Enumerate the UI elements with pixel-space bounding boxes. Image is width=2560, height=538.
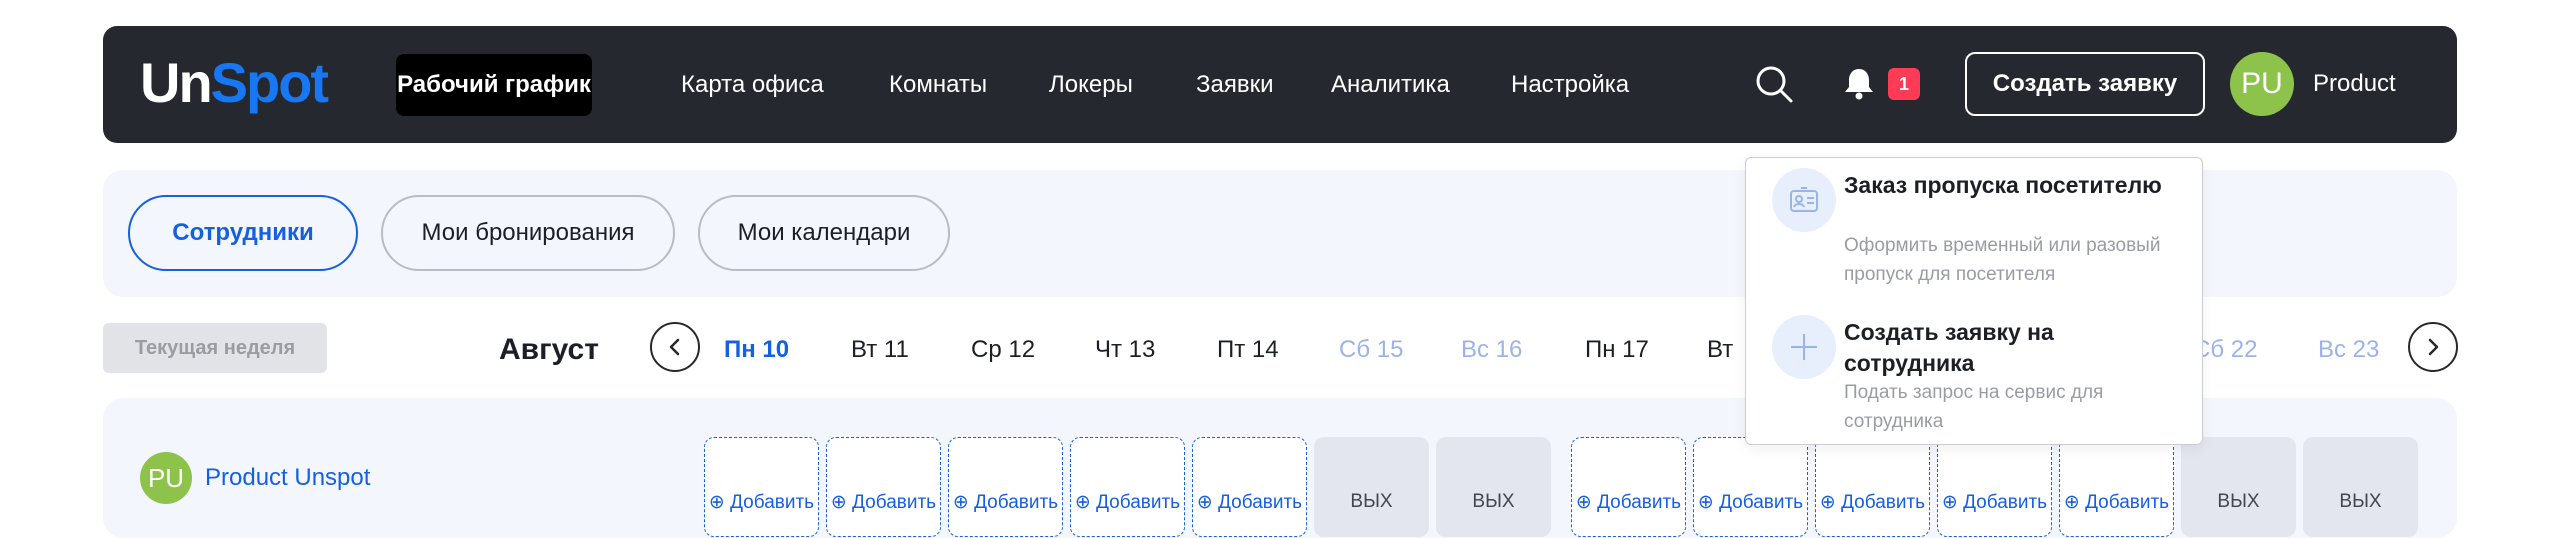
user-name-label[interactable]: Product xyxy=(2313,54,2396,114)
tab-employees[interactable]: Сотрудники xyxy=(128,195,358,271)
day-off-label: ВЫХ xyxy=(1472,491,1515,512)
schedule-cell-day-off: ВЫХ xyxy=(2181,437,2296,537)
dropdown-item-title: Заказ пропуска посетителю xyxy=(1844,172,2162,198)
day-header[interactable]: Вс 16 xyxy=(1461,332,1522,368)
day-header[interactable]: Пт 14 xyxy=(1217,332,1279,368)
user-avatar[interactable]: PU xyxy=(2230,52,2294,116)
schedule-cell-add[interactable]: ⊕ Добавить xyxy=(1937,437,2052,537)
day-header[interactable]: Чт 13 xyxy=(1095,332,1155,368)
add-label: ⊕ Добавить xyxy=(1941,492,2048,513)
employee-name-link[interactable]: Product Unspot xyxy=(205,458,370,498)
unspot-logo[interactable]: UnSpot xyxy=(140,48,329,118)
day-off-label: ВЫХ xyxy=(2339,491,2382,512)
day-header[interactable]: Пн 10 xyxy=(724,332,789,368)
add-label: ⊕ Добавить xyxy=(1575,492,1682,513)
schedule-cell-add[interactable]: ⊕ Добавить xyxy=(704,437,819,537)
schedule-cell-day-off: ВЫХ xyxy=(1314,437,1429,537)
schedule-cell-add[interactable]: ⊕ Добавить xyxy=(826,437,941,537)
add-label: ⊕ Добавить xyxy=(952,492,1059,513)
schedule-cell-add[interactable]: ⊕ Добавить xyxy=(1571,437,1686,537)
add-label: ⊕ Добавить xyxy=(2063,492,2170,513)
day-header[interactable]: Пн 17 xyxy=(1585,332,1649,368)
nav-requests[interactable]: Заявки xyxy=(1196,54,1274,116)
add-label: ⊕ Добавить xyxy=(1697,492,1804,513)
day-header[interactable]: Вт xyxy=(1707,332,1733,368)
logo-un: Un xyxy=(140,51,213,114)
add-label: ⊕ Добавить xyxy=(708,492,815,513)
day-header[interactable]: Вт 11 xyxy=(851,332,909,368)
schedule-cell-day-off: ВЫХ xyxy=(2303,437,2418,537)
plus-icon xyxy=(1772,315,1836,379)
nav-office-map[interactable]: Карта офиса xyxy=(681,54,824,116)
schedule-cell-add[interactable]: ⊕ Добавить xyxy=(2059,437,2174,537)
day-off-label: ВЫХ xyxy=(1350,491,1393,512)
dropdown-item-description: Подать запрос на сервис для сотрудника xyxy=(1844,382,2104,432)
day-header[interactable]: Ср 12 xyxy=(971,332,1035,368)
notification-count-badge: 1 xyxy=(1888,68,1920,100)
dropdown-item-title: Создать заявку на сотрудника xyxy=(1844,319,2054,376)
nav-work-schedule[interactable]: Рабочий график xyxy=(396,54,592,116)
schedule-cell-add[interactable]: ⊕ Добавить xyxy=(1070,437,1185,537)
search-icon[interactable] xyxy=(1754,64,1794,104)
tab-my-bookings[interactable]: Мои бронирования xyxy=(381,195,675,271)
add-label: ⊕ Добавить xyxy=(1819,492,1926,513)
nav-lockers[interactable]: Локеры xyxy=(1049,54,1133,116)
month-label: Август xyxy=(499,333,599,366)
current-week-button[interactable]: Текущая неделя xyxy=(103,323,327,373)
bell-icon[interactable] xyxy=(1843,66,1875,100)
next-week-button[interactable] xyxy=(2408,322,2458,372)
dropdown-item-description: Оформить временный или разовый пропуск д… xyxy=(1844,235,2161,285)
schedule-cell-add[interactable]: ⊕ Добавить xyxy=(1693,437,1808,537)
add-label: ⊕ Добавить xyxy=(1074,492,1181,513)
nav-rooms[interactable]: Комнаты xyxy=(889,54,987,116)
nav-analytics[interactable]: Аналитика xyxy=(1331,54,1450,116)
employee-avatar: PU xyxy=(140,452,192,504)
prev-week-button[interactable] xyxy=(650,322,700,372)
id-card-icon xyxy=(1772,168,1836,232)
schedule-cell-add[interactable]: ⊕ Добавить xyxy=(948,437,1063,537)
logo-spot: Spot xyxy=(210,51,329,114)
schedule-cell-add[interactable]: ⊕ Добавить xyxy=(1815,437,1930,537)
day-off-label: ВЫХ xyxy=(2217,491,2260,512)
create-request-button[interactable]: Создать заявку xyxy=(1965,52,2205,116)
add-label: ⊕ Добавить xyxy=(830,492,937,513)
day-header[interactable]: Сб 15 xyxy=(1339,332,1403,368)
top-navbar: UnSpot Рабочий график Карта офиса Комнат… xyxy=(103,26,2457,143)
day-header[interactable]: Вс 23 xyxy=(2318,332,2379,368)
add-label: ⊕ Добавить xyxy=(1196,492,1303,513)
create-request-dropdown: Заказ пропуска посетителю Оформить време… xyxy=(1745,157,2203,445)
schedule-cell-add[interactable]: ⊕ Добавить xyxy=(1192,437,1307,537)
schedule-cell-day-off: ВЫХ xyxy=(1436,437,1551,537)
tab-my-calendars[interactable]: Мои календари xyxy=(698,195,950,271)
nav-settings[interactable]: Настройка xyxy=(1511,54,1629,116)
